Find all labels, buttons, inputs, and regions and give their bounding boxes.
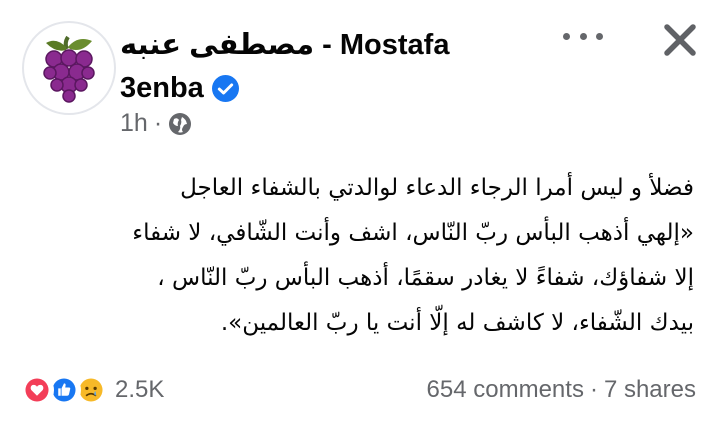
author-name-line1[interactable]: مصطفى عنبه - Mostafa [120,24,449,67]
more-dot [579,32,587,40]
post-line: بيدك الشّفاء، لا كاشف له إلّا أنت يا ربّ… [220,310,694,336]
post-line: «إلهي أذهب البأس ربّ النّاس، اشف وأنت ال… [132,220,694,246]
grapes-logo-icon [43,35,95,103]
engagement-stats: 654 comments · 7 shares [427,376,696,404]
post-meta: 1h · [120,109,192,138]
comments-count[interactable]: 654 comments [427,376,584,404]
stats-separator: · [589,376,598,403]
shares-count[interactable]: 7 shares [604,376,696,404]
globe-icon[interactable] [168,112,192,136]
reaction-count[interactable]: 2.5K [115,376,164,404]
post-time[interactable]: 1h [120,109,148,138]
more-options-button[interactable] [563,23,603,49]
post-line: إلا شفاؤك، شفاءً لا يغادر سقمًا، أذهب ال… [157,265,694,291]
meta-separator: · [153,109,163,137]
post-line: فضلأ و ليس أمرا الرجاء الدعاء لوالدتي با… [180,175,694,201]
avatar[interactable] [22,21,116,115]
love-icon [20,373,54,407]
author-name[interactable]: مصطفى عنبه - Mostafa 3enba [120,24,450,110]
reactions-summary[interactable]: 2.5K [20,373,164,407]
close-icon[interactable] [658,18,702,62]
post-text: فضلأ و ليس أمرا الرجاء الدعاء لوالدتي با… [28,166,694,346]
more-dot [596,32,603,40]
verified-badge-icon [211,75,239,102]
author-name-line2[interactable]: 3enba [120,67,204,110]
more-horizontal-icon [563,32,570,40]
